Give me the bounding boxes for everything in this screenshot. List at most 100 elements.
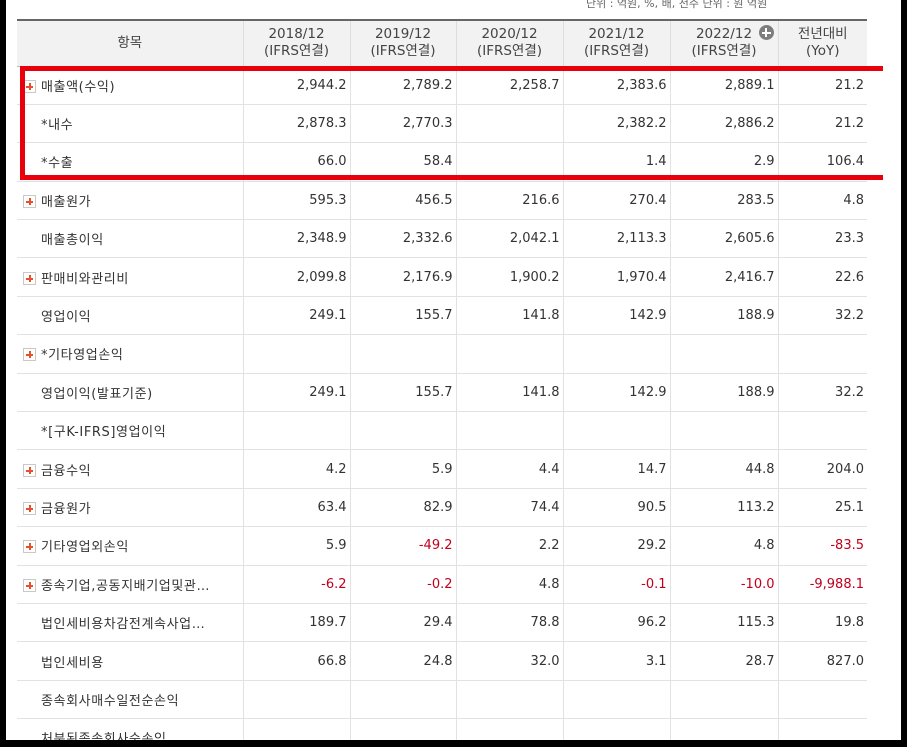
value-cell: [456, 142, 564, 182]
row-label[interactable]: 기타영업외손익: [17, 526, 244, 566]
value-cell: [456, 334, 564, 374]
table-row: 영업이익 249.1 155.7 141.8 142.9 188.9 32.2: [17, 296, 867, 336]
header-item: 항목: [17, 19, 244, 67]
yoy-cell: [778, 334, 867, 374]
unit-note: 단위 : 억원, %, 배, 천주 단위 : 원 억원: [586, 0, 768, 10]
value-cell: 2,113.3: [563, 219, 671, 259]
value-cell: 115.3: [670, 603, 779, 643]
table-row: 종속회사매수일전순손익: [17, 680, 867, 720]
row-label[interactable]: 매출액(수익): [17, 66, 244, 105]
value-cell: 2,944.2: [243, 66, 351, 105]
table-row: *내수 2,878.3 2,770.3 2,382.2 2,886.2 21.2: [17, 104, 867, 144]
yoy-cell: 32.2: [778, 296, 867, 336]
header-period: 2022/12 (IFRS연결): [670, 19, 779, 67]
expand-plus-icon[interactable]: [23, 79, 36, 93]
value-cell: [350, 334, 457, 374]
value-cell: 2,099.8: [243, 257, 351, 297]
value-cell: [563, 718, 671, 740]
value-cell: 44.8: [670, 449, 779, 489]
row-label: 종속회사매수일전순손익: [17, 680, 244, 720]
table-row: 매출액(수익) 2,944.2 2,789.2 2,258.7 2,383.6 2,889…: [17, 66, 867, 105]
row-label[interactable]: 금융수익: [17, 449, 244, 489]
table-row: 매출총이익 2,348.9 2,332.6 2,042.1 2,113.3 2,605.6…: [17, 219, 867, 259]
value-cell: 2,382.2: [563, 104, 671, 144]
value-cell: [456, 718, 564, 740]
row-label[interactable]: 금융원가: [17, 488, 244, 528]
row-label[interactable]: 판매비와관리비: [17, 257, 244, 297]
value-cell: 4.2: [243, 449, 351, 489]
value-cell: -49.2: [350, 526, 457, 566]
row-label-text: 영업이익(발표기준): [41, 386, 153, 402]
row-label: 처분된종속회사순손익: [17, 718, 244, 740]
value-cell: -6.2: [243, 565, 351, 604]
value-cell: 249.1: [243, 373, 351, 413]
value-cell: -10.0: [670, 565, 779, 604]
value-cell: 1.4: [563, 142, 671, 182]
value-cell: 188.9: [670, 373, 779, 413]
value-cell: 2,348.9: [243, 219, 351, 259]
value-cell: [350, 411, 457, 451]
row-label: 매출총이익: [17, 219, 244, 259]
expand-plus-icon[interactable]: [23, 463, 36, 477]
value-cell: 2,332.6: [350, 219, 457, 259]
value-cell: [670, 411, 779, 451]
expand-plus-icon[interactable]: [23, 348, 36, 362]
value-cell: 90.5: [563, 488, 671, 528]
value-cell: [670, 334, 779, 374]
table-row: 영업이익(발표기준) 249.1 155.7 141.8 142.9 188.9 32.2: [17, 373, 867, 413]
table-row: 금융수익 4.2 5.9 4.4 14.7 44.8 204.0: [17, 449, 867, 489]
value-cell: [243, 334, 351, 374]
row-label-text: 금융원가: [41, 501, 92, 517]
yoy-cell: 23.3: [778, 219, 867, 259]
row-label-text: 종속회사매수일전순손익: [41, 693, 180, 709]
value-cell: 4.4: [456, 449, 564, 489]
expand-plus-icon[interactable]: [23, 540, 36, 554]
value-cell: 74.4: [456, 488, 564, 528]
row-label-text: 매출원가: [41, 194, 92, 210]
value-cell: 1,970.4: [563, 257, 671, 297]
value-cell: 32.0: [456, 641, 564, 681]
yoy-cell: 204.0: [778, 449, 867, 489]
yoy-cell: [778, 411, 867, 451]
value-cell: 270.4: [563, 181, 671, 221]
row-label-text: *내수: [41, 118, 74, 134]
yoy-cell: 106.4: [778, 142, 867, 182]
add-period-icon[interactable]: [758, 25, 774, 40]
row-label-text: *[구K-IFRS]영업이익: [41, 425, 167, 441]
expand-plus-icon[interactable]: [23, 194, 36, 208]
scrollbar[interactable]: [883, 0, 901, 740]
value-cell: 188.9: [670, 296, 779, 336]
table-row: *기타영업손익: [17, 334, 867, 374]
value-cell: 249.1: [243, 296, 351, 336]
yoy-cell: 827.0: [778, 641, 867, 681]
yoy-cell: 22.6: [778, 257, 867, 297]
value-cell: 283.5: [670, 181, 779, 221]
value-cell: 189.7: [243, 603, 351, 643]
value-cell: 2,886.2: [670, 104, 779, 144]
value-cell: 2.9: [670, 142, 779, 182]
row-label[interactable]: *기타영업손익: [17, 334, 244, 374]
row-label[interactable]: 매출원가: [17, 181, 244, 221]
row-label-text: 매출총이익: [41, 233, 104, 249]
value-cell: 3.1: [563, 641, 671, 681]
value-cell: 2,383.6: [563, 66, 671, 105]
value-cell: [243, 680, 351, 720]
expand-plus-icon[interactable]: [23, 271, 36, 285]
row-label: 법인세비용: [17, 641, 244, 681]
yoy-cell: 25.1: [778, 488, 867, 528]
value-cell: 63.4: [243, 488, 351, 528]
table-row: 처분된종속회사순손익: [17, 718, 867, 740]
row-label[interactable]: 종속기업,공동지배기업및관…: [17, 565, 244, 604]
expand-plus-icon[interactable]: [23, 501, 36, 515]
yoy-cell: 21.2: [778, 66, 867, 105]
value-cell: -0.1: [563, 565, 671, 604]
table-row: 기타영업외손익 5.9 -49.2 2.2 29.2 4.8 -83.5: [17, 526, 867, 566]
row-label-text: 매출액(수익): [41, 79, 116, 95]
table-row: 판매비와관리비 2,099.8 2,176.9 1,900.2 1,970.4 2,416…: [17, 257, 867, 297]
expand-plus-icon[interactable]: [23, 578, 36, 592]
value-cell: 66.0: [243, 142, 351, 182]
row-label: *수출: [17, 142, 244, 182]
yoy-cell: 19.8: [778, 603, 867, 643]
value-cell: [563, 411, 671, 451]
row-label-text: 기타영업외손익: [41, 540, 129, 556]
